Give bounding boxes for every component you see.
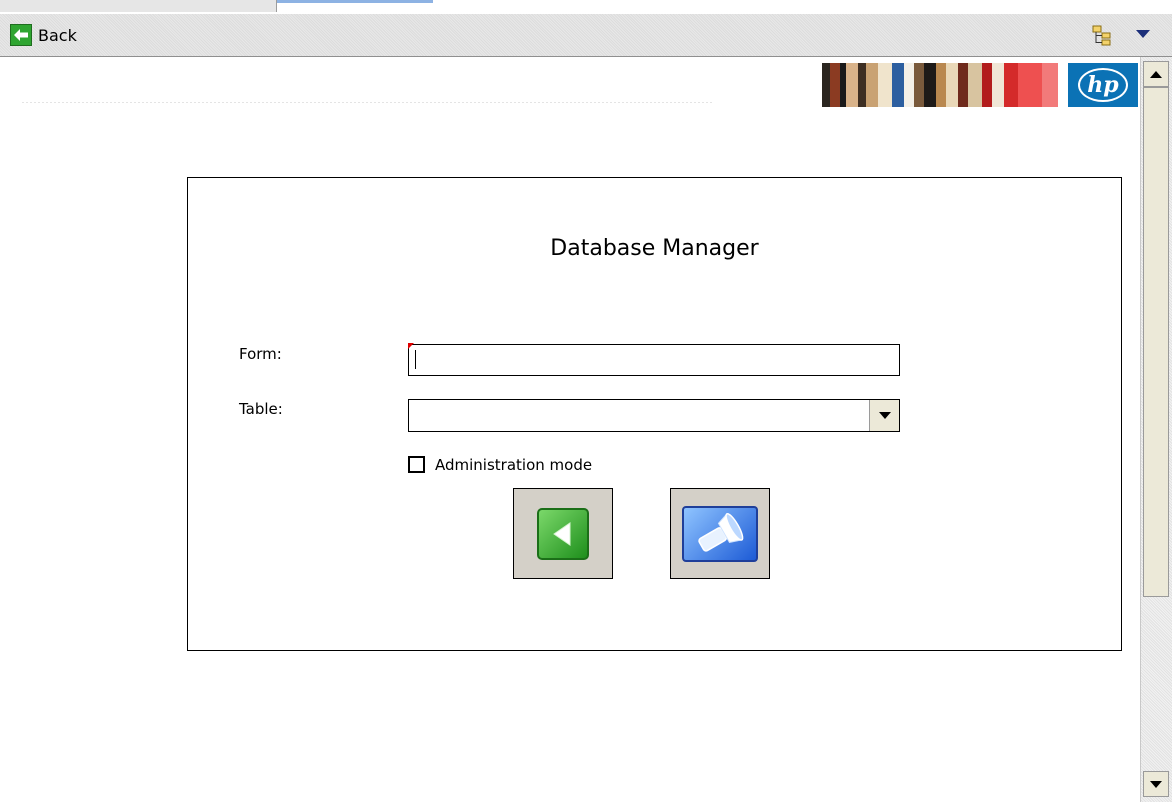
administration-mode-checkbox[interactable] (408, 456, 425, 473)
hp-logo-box: hp (1068, 63, 1138, 107)
banner-photos (822, 63, 1068, 107)
vertical-scrollbar[interactable] (1140, 57, 1172, 802)
scroll-down-button[interactable] (1143, 771, 1169, 797)
folder-tree-icon[interactable] (1090, 23, 1114, 47)
database-manager-panel: Database Manager Form: Table: Administra… (187, 177, 1122, 651)
form-label: Form: (239, 345, 282, 363)
flashlight-search-icon (682, 505, 758, 562)
back-arrow-icon (10, 24, 32, 46)
tab-active[interactable] (277, 0, 433, 12)
chevron-down-icon (878, 412, 891, 419)
table-label: Table: (239, 400, 283, 418)
scroll-up-button[interactable] (1143, 61, 1169, 87)
toolbar: Back (0, 14, 1172, 57)
arrow-down-icon (1150, 780, 1162, 788)
form-input[interactable] (408, 344, 900, 376)
scroll-thumb[interactable] (1143, 87, 1169, 597)
page-title: Database Manager (550, 236, 759, 261)
header-divider (22, 102, 712, 103)
hp-banner: hp (822, 63, 1138, 107)
tab-inactive[interactable] (0, 0, 277, 12)
green-back-arrow-icon (537, 507, 589, 560)
required-marker (408, 343, 414, 349)
tab-strip (0, 0, 1172, 15)
back-button[interactable]: Back (10, 23, 77, 47)
back-form-button[interactable] (513, 488, 613, 579)
table-dropdown[interactable] (408, 399, 900, 432)
search-button[interactable] (670, 488, 770, 579)
back-button-label: Back (38, 25, 77, 45)
hp-logo: hp (1078, 68, 1128, 102)
arrow-up-icon (1150, 70, 1162, 78)
administration-mode-label[interactable]: Administration mode (435, 456, 592, 474)
chevron-down-icon[interactable] (1136, 30, 1150, 38)
text-caret (415, 350, 416, 369)
table-dropdown-button[interactable] (869, 400, 899, 431)
